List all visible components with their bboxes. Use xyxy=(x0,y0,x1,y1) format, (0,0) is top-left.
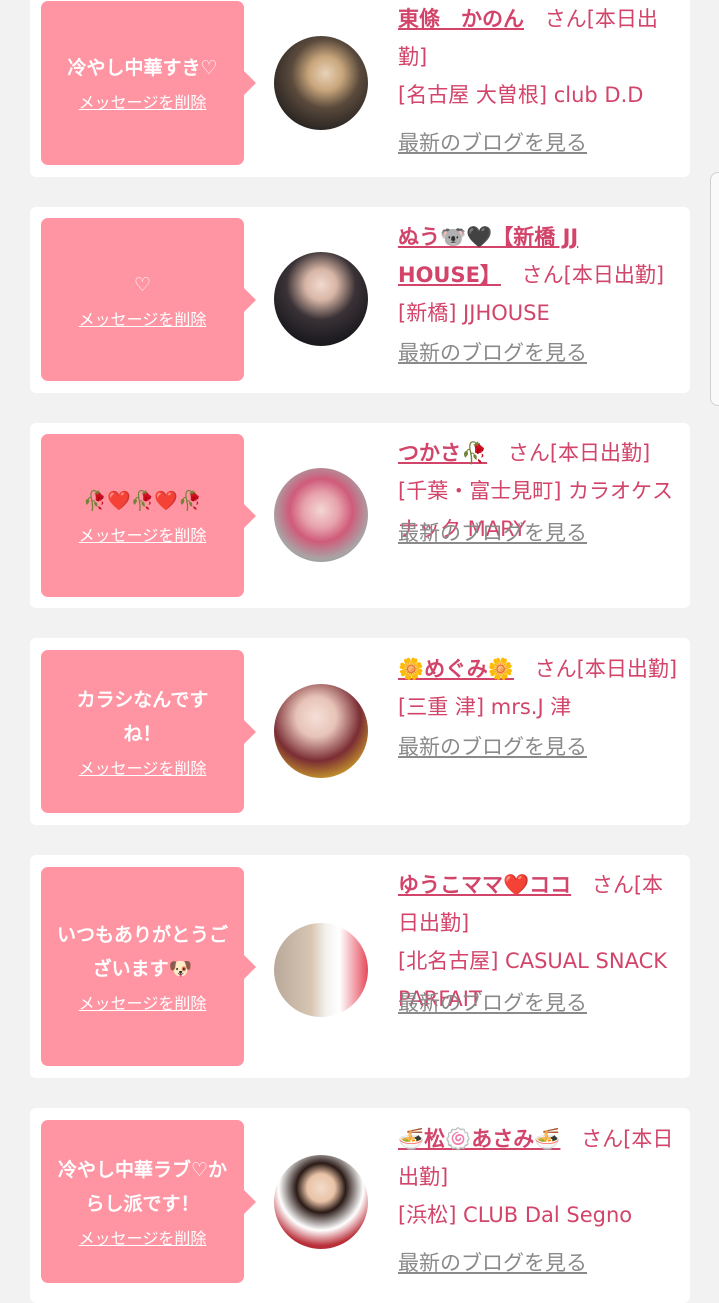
message-text: 冷やし中華ラブ♡からし派です！ xyxy=(57,1158,228,1215)
message-text: いつもありがとうございます🐶 xyxy=(57,923,229,980)
scrollbar[interactable] xyxy=(710,172,719,406)
cast-info: ぬう🐨🖤【新橋 JJ HOUSE】 さん[本日出勤] [新橋] JJHOUSE … xyxy=(398,218,682,372)
message-bubble: 冷やし中華すき♡ メッセージを削除 xyxy=(41,1,256,165)
message-card: 冷やし中華すき♡ メッセージを削除 東條 かのん さん[本日出勤] [名古屋 大… xyxy=(30,0,690,177)
honorific: さん xyxy=(544,7,587,31)
avatar[interactable] xyxy=(274,1155,368,1249)
avatar[interactable] xyxy=(274,36,368,130)
cast-info: つかさ🥀 さん[本日出勤] [千葉・富士見町] カラオケスナック MARY 最新… xyxy=(398,434,682,552)
work-status: [本日出勤] xyxy=(563,263,665,287)
message-bubble: 冷やし中華ラブ♡からし派です！ メッセージを削除 xyxy=(41,1120,256,1283)
message-text: カラシなんですね！ xyxy=(76,688,209,745)
delete-message-link[interactable]: メッセージを削除 xyxy=(79,757,207,781)
cast-name-link[interactable]: 🌼めぐみ🌼 xyxy=(398,657,514,681)
work-status: [本日出勤] xyxy=(576,657,678,681)
shop-name: [浜松] CLUB Dal Segno xyxy=(398,1203,633,1227)
message-text: ♡ xyxy=(133,273,152,296)
shop-name: [名古屋 大曽根] club D.D xyxy=(398,83,644,107)
shop-name: [三重 津] mrs.J 津 xyxy=(398,695,572,719)
cast-info: 東條 かのん さん[本日出勤] [名古屋 大曽根] club D.D 最新のブロ… xyxy=(398,0,682,162)
cast-info: 🌼めぐみ🌼 さん[本日出勤] [三重 津] mrs.J 津 最新のブログを見る xyxy=(398,650,682,766)
cast-name-link[interactable]: 東條 かのん xyxy=(398,7,524,31)
delete-message-link[interactable]: メッセージを削除 xyxy=(79,1227,207,1251)
avatar[interactable] xyxy=(274,468,368,562)
message-bubble: ♡ メッセージを削除 xyxy=(41,218,256,381)
honorific: さん xyxy=(581,1127,624,1151)
shop-name: [新橋] JJHOUSE xyxy=(398,301,550,325)
latest-blog-link[interactable]: 最新のブログを見る xyxy=(398,124,682,162)
message-bubble: いつもありがとうございます🐶 メッセージを削除 xyxy=(41,867,256,1066)
avatar[interactable] xyxy=(274,923,368,1017)
delete-message-link[interactable]: メッセージを削除 xyxy=(79,524,207,548)
latest-blog-link[interactable]: 最新のブログを見る xyxy=(398,1244,682,1282)
latest-blog-link[interactable]: 最新のブログを見る xyxy=(398,984,682,1022)
avatar[interactable] xyxy=(274,684,368,778)
message-text: 冷やし中華すき♡ xyxy=(67,57,218,79)
latest-blog-link[interactable]: 最新のブログを見る xyxy=(398,514,682,552)
honorific: さん xyxy=(591,873,634,897)
message-text: 🥀❤️🥀❤️🥀 xyxy=(83,489,202,512)
message-bubble: 🥀❤️🥀❤️🥀 メッセージを削除 xyxy=(41,434,256,597)
message-card: いつもありがとうございます🐶 メッセージを削除 ゆうこママ❤️ココ さん[本日出… xyxy=(30,855,690,1078)
message-card: 冷やし中華ラブ♡からし派です！ メッセージを削除 🍜松🍥あさみ🍜 さん[本日出勤… xyxy=(30,1108,690,1303)
message-bubble: カラシなんですね！ メッセージを削除 xyxy=(41,650,256,813)
avatar[interactable] xyxy=(274,252,368,346)
message-card: ♡ メッセージを削除 ぬう🐨🖤【新橋 JJ HOUSE】 さん[本日出勤] [新… xyxy=(30,207,690,393)
delete-message-link[interactable]: メッセージを削除 xyxy=(79,308,207,332)
latest-blog-link[interactable]: 最新のブログを見る xyxy=(398,728,682,766)
cast-name-link[interactable]: つかさ🥀 xyxy=(398,441,487,465)
message-card: 🥀❤️🥀❤️🥀 メッセージを削除 つかさ🥀 さん[本日出勤] [千葉・富士見町]… xyxy=(30,423,690,608)
delete-message-link[interactable]: メッセージを削除 xyxy=(79,992,207,1016)
cast-name-link[interactable]: ゆうこママ❤️ココ xyxy=(398,873,571,897)
delete-message-link[interactable]: メッセージを削除 xyxy=(79,91,207,115)
latest-blog-link[interactable]: 最新のブログを見る xyxy=(398,334,682,372)
cast-info: ゆうこママ❤️ココ さん[本日出勤] [北名古屋] CASUAL SNACK P… xyxy=(398,866,682,1022)
cast-name-link[interactable]: 🍜松🍥あさみ🍜 xyxy=(398,1127,560,1151)
honorific: さん xyxy=(534,657,577,681)
cast-info: 🍜松🍥あさみ🍜 さん[本日出勤] [浜松] CLUB Dal Segno 最新の… xyxy=(398,1120,682,1282)
work-status: [本日出勤] xyxy=(549,441,651,465)
honorific: さん xyxy=(521,263,564,287)
message-card: カラシなんですね！ メッセージを削除 🌼めぐみ🌼 さん[本日出勤] [三重 津]… xyxy=(30,638,690,825)
honorific: さん xyxy=(507,441,550,465)
